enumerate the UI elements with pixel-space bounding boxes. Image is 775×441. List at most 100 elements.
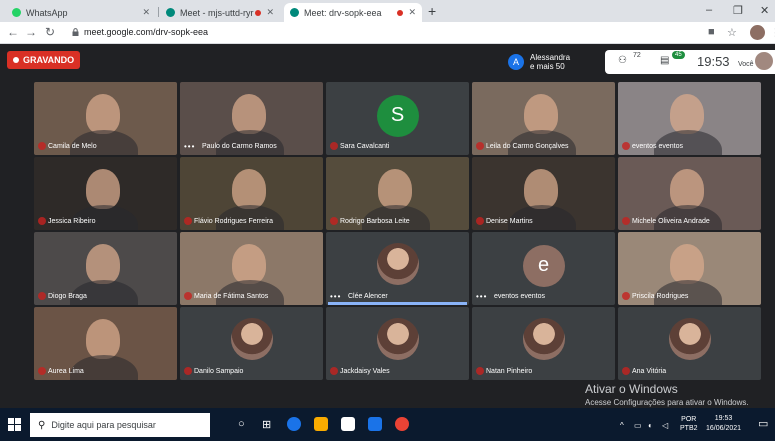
- battery-icon[interactable]: ◐: [648, 421, 653, 430]
- participant-face: [232, 244, 266, 284]
- search-placeholder: Digite aqui para pesquisar: [51, 420, 156, 430]
- maximize-button[interactable]: ❐: [733, 4, 743, 17]
- mic-off-icon: [184, 292, 192, 300]
- participant-tile[interactable]: Ana Vitória: [618, 307, 761, 380]
- meeting-clock: 19:53: [697, 54, 730, 69]
- participant-tile[interactable]: Rodrigo Barbosa Leite: [326, 157, 469, 230]
- participant-face: [670, 94, 704, 134]
- task-view-icon[interactable]: ○: [238, 418, 245, 430]
- participant-tile[interactable]: ••• Paulo do Carmo Ramos: [180, 82, 323, 155]
- mic-off-icon: [622, 217, 630, 225]
- mic-off-icon: [476, 217, 484, 225]
- camera-indicator-icon[interactable]: ■: [708, 26, 715, 38]
- windows-start-icon[interactable]: [8, 418, 21, 431]
- bookmark-star-icon[interactable]: ☆: [727, 26, 737, 39]
- participant-profile-photo: [668, 318, 711, 361]
- widgets-icon[interactable]: ⊞: [262, 418, 271, 431]
- participant-tile[interactable]: Jackdaisy Vales: [326, 307, 469, 380]
- meet-icon: [166, 8, 175, 17]
- tab-meet-drv[interactable]: Meet: drv-sopk-eea ✕: [284, 3, 422, 22]
- participant-face: [86, 319, 120, 359]
- participant-tile[interactable]: Michele Oliveira Andrade: [618, 157, 761, 230]
- tab-whatsapp[interactable]: WhatsApp ✕: [6, 3, 156, 22]
- participant-profile-photo: [230, 318, 273, 361]
- chat-icon[interactable]: ▤: [660, 55, 669, 66]
- menu-kebab-icon[interactable]: ⋮: [770, 26, 775, 39]
- lock-icon: [72, 28, 79, 36]
- windows-activation-watermark: Ativar o Windows Acesse Configurações pa…: [585, 382, 749, 407]
- new-tab-button[interactable]: +: [428, 3, 436, 19]
- volume-icon[interactable]: ◁: [662, 421, 668, 430]
- participant-name: Paulo do Carmo Ramos: [202, 143, 277, 150]
- forward-icon[interactable]: →: [25, 25, 37, 39]
- more-options-icon[interactable]: •••: [184, 142, 195, 151]
- tab-meet-mjs[interactable]: Meet - mjs-uttd-ryr ✕: [160, 3, 280, 22]
- participant-tile[interactable]: Camila de Melo: [34, 82, 177, 155]
- keyboard-language[interactable]: POR PTB2: [680, 415, 698, 433]
- mic-off-icon: [38, 142, 46, 150]
- participant-tile[interactable]: Maria de Fátima Santos: [180, 232, 323, 305]
- participants-icon[interactable]: ⚇: [618, 55, 627, 66]
- url-field[interactable]: meet.google.com/drv-sopk-eea: [84, 27, 208, 37]
- mail-icon[interactable]: [368, 417, 382, 431]
- participant-tile[interactable]: Priscila Rodrigues: [618, 232, 761, 305]
- participant-name: Sara Cavalcanti: [340, 143, 390, 150]
- meet-icon: [290, 8, 299, 17]
- mic-off-icon: [38, 367, 46, 375]
- close-tab-icon[interactable]: ✕: [266, 7, 274, 18]
- tray-chevron-icon[interactable]: ^: [620, 421, 624, 430]
- system-time: 19:53: [714, 415, 733, 422]
- mic-off-icon: [330, 367, 338, 375]
- network-icon[interactable]: ▭: [634, 421, 642, 430]
- participant-name: Rodrigo Barbosa Leite: [340, 218, 410, 225]
- chat-badge: 45: [672, 51, 685, 59]
- participant-name: Diogo Braga: [48, 293, 87, 300]
- participant-name: Flávio Rodrigues Ferreira: [194, 218, 273, 225]
- participant-tile[interactable]: Leila do Carmo Gonçalves: [472, 82, 615, 155]
- more-options-icon[interactable]: •••: [330, 292, 341, 301]
- reload-icon[interactable]: ↻: [45, 25, 55, 39]
- participant-tile[interactable]: Aurea Lima: [34, 307, 177, 380]
- close-tab-icon[interactable]: ✕: [408, 7, 416, 18]
- self-view-avatar[interactable]: [755, 52, 773, 70]
- taskbar-search-input[interactable]: ⚲ Digite aqui para pesquisar: [30, 413, 210, 437]
- store-icon[interactable]: [341, 417, 355, 431]
- participant-tile[interactable]: ••• Clée Alencer: [326, 232, 469, 305]
- record-dot-icon: [13, 57, 19, 63]
- close-window-button[interactable]: ✕: [760, 4, 769, 17]
- participant-tile[interactable]: Jessica Ribeiro: [34, 157, 177, 230]
- participant-face: [670, 244, 704, 284]
- tab-divider: [158, 7, 159, 17]
- profile-avatar[interactable]: [750, 25, 765, 40]
- participant-face: [670, 169, 704, 209]
- participant-face: [378, 169, 412, 209]
- participant-name: Natan Pinheiro: [486, 368, 533, 375]
- participant-face: [86, 94, 120, 134]
- participant-tile[interactable]: S Sara Cavalcanti: [326, 82, 469, 155]
- system-clock[interactable]: 19:53 16/06/2021: [706, 414, 741, 434]
- participant-tile[interactable]: e ••• eventos eventos: [472, 232, 615, 305]
- participant-tile[interactable]: Flávio Rodrigues Ferreira: [180, 157, 323, 230]
- address-bar-row: ← → ↻ meet.google.com/drv-sopk-eea ■ ☆ ⋮: [0, 22, 775, 44]
- participant-tile[interactable]: Danilo Sampaio: [180, 307, 323, 380]
- back-icon[interactable]: ←: [7, 25, 19, 39]
- participant-tile[interactable]: Natan Pinheiro: [472, 307, 615, 380]
- participant-tile[interactable]: eventos eventos: [618, 82, 761, 155]
- mic-off-icon: [622, 292, 630, 300]
- close-tab-icon[interactable]: ✕: [142, 7, 150, 18]
- mic-off-icon: [184, 217, 192, 225]
- presenter-chip[interactable]: A Alessandra e mais 50: [508, 53, 570, 71]
- edge-icon[interactable]: [287, 417, 301, 431]
- notifications-icon[interactable]: ▭: [758, 417, 768, 430]
- more-options-icon[interactable]: •••: [476, 292, 487, 301]
- participant-tile[interactable]: Diogo Braga: [34, 232, 177, 305]
- participant-tile[interactable]: Denise Martins: [472, 157, 615, 230]
- tab-label: WhatsApp: [26, 7, 68, 18]
- minimize-button[interactable]: –: [706, 4, 712, 16]
- participant-name: eventos eventos: [494, 293, 545, 300]
- participant-face: [524, 169, 558, 209]
- file-explorer-icon[interactable]: [314, 417, 328, 431]
- recording-badge: GRAVANDO: [7, 51, 81, 69]
- participant-profile-photo: [376, 243, 419, 286]
- chrome-icon[interactable]: [395, 417, 409, 431]
